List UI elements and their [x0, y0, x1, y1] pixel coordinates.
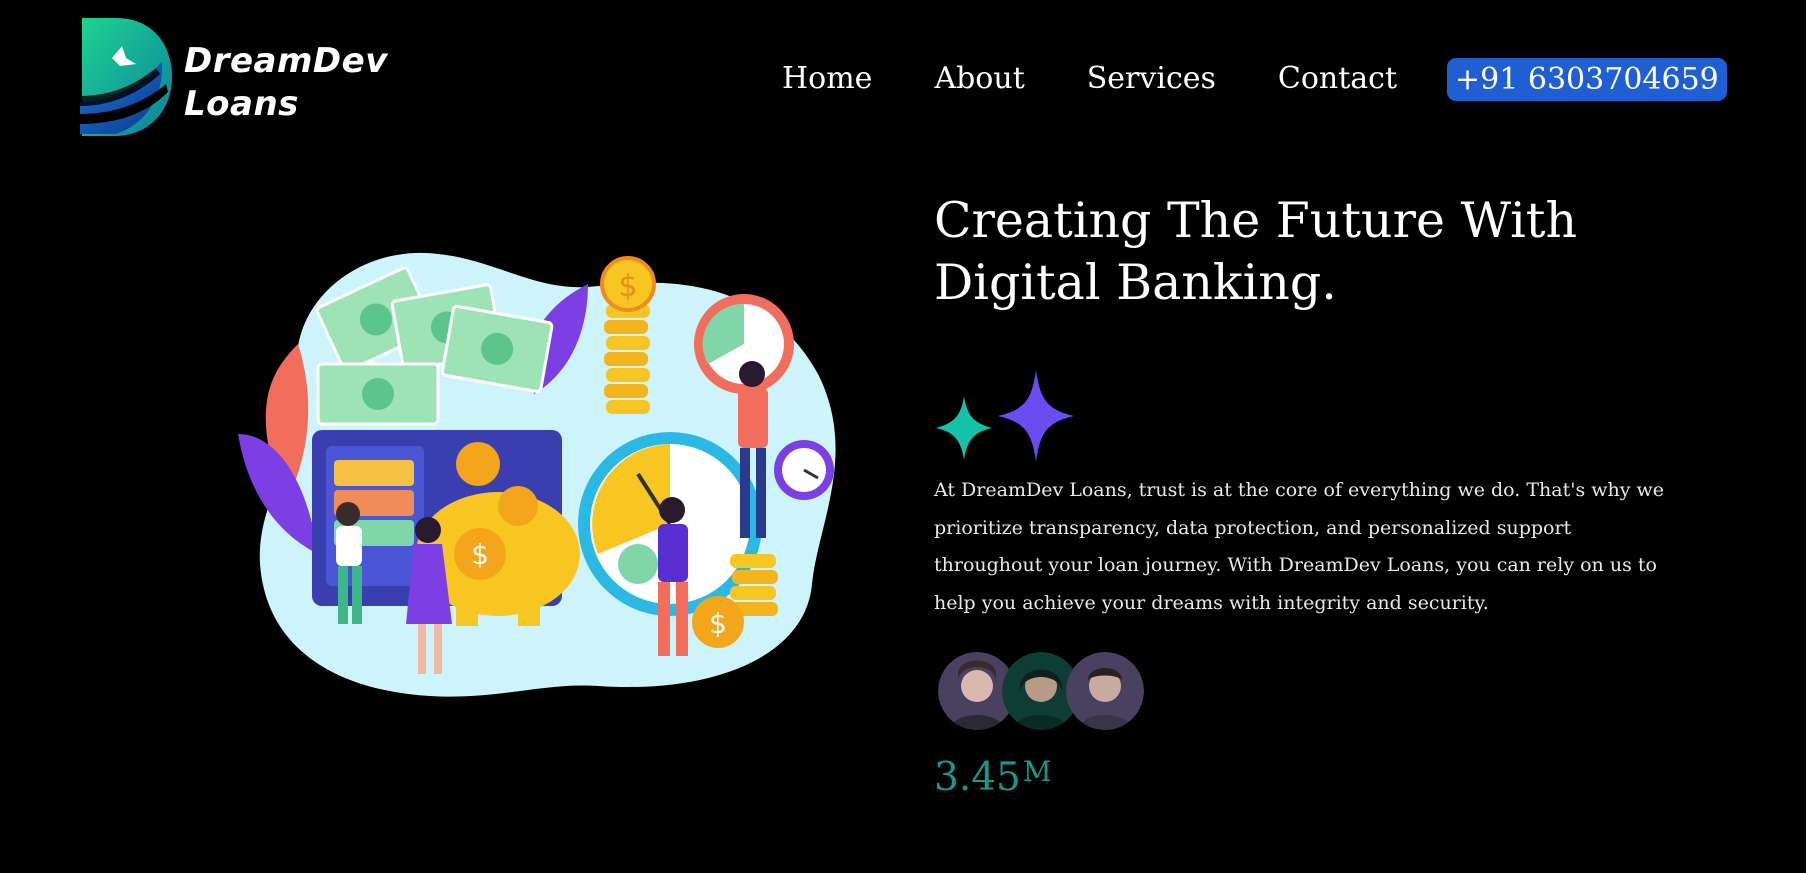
svg-text:$: $: [709, 607, 727, 640]
phone-button[interactable]: +91 6303704659: [1447, 57, 1727, 101]
nav-home-link[interactable]: Home: [782, 57, 872, 101]
brand-line1: DreamDev: [184, 41, 388, 81]
customer-avatars: [938, 652, 1144, 730]
nav-services-link[interactable]: Services: [1087, 57, 1216, 101]
avatar: [1066, 652, 1144, 730]
brand-line2: Loans: [184, 84, 299, 124]
finance-illustration: $ $ $: [238, 252, 836, 697]
nav-contact-link[interactable]: Contact: [1278, 57, 1397, 101]
logo-mark-icon: [80, 18, 172, 136]
hero-description: At DreamDev Loans, trust is at the core …: [934, 479, 1665, 614]
brand-name: DreamDev Loans: [184, 40, 388, 126]
hero-title: Creating The Future With Digital Banking…: [934, 190, 1694, 314]
sparkle-teal-icon: [936, 396, 992, 460]
nav-about-link[interactable]: About: [934, 57, 1024, 101]
sparkle-purple-icon: [998, 370, 1074, 462]
svg-text:$: $: [618, 269, 637, 304]
brand-logo[interactable]: DreamDev Loans: [76, 18, 387, 136]
stat-suffix: M: [1022, 755, 1052, 788]
sparkles-decoration: [936, 370, 1074, 462]
main-nav: Home About Services Contact +91 63037046…: [782, 57, 1789, 101]
hero-title-line1: Creating The Future With: [934, 192, 1578, 249]
svg-text:$: $: [471, 538, 489, 571]
customer-count-stat: 3.45M: [934, 752, 1052, 804]
stat-value: 3.45: [934, 755, 1021, 800]
hero-title-line2: Digital Banking.: [934, 254, 1337, 311]
site-header: DreamDev Loans Home About Services Conta…: [0, 0, 1806, 150]
